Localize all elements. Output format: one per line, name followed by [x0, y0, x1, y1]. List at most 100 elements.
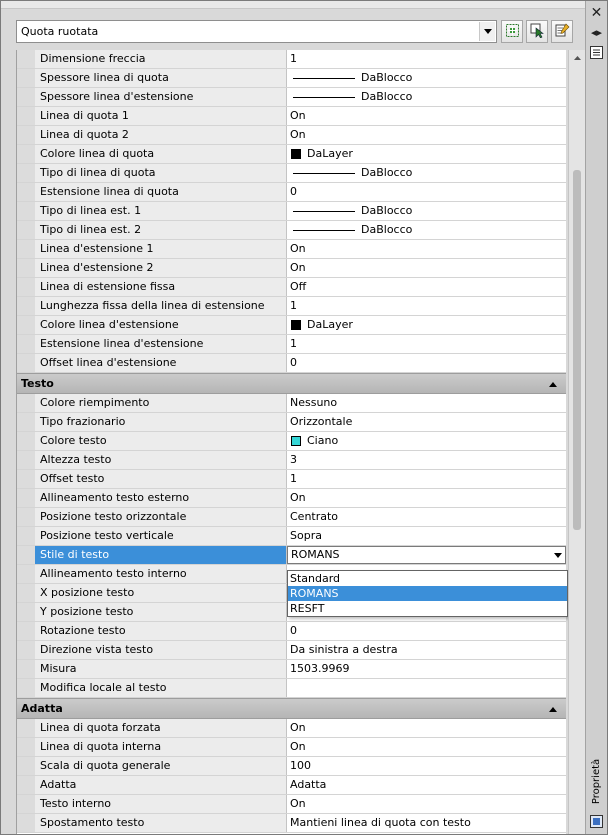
property-value-cell[interactable]: 1: [287, 335, 566, 353]
property-value-cell[interactable]: Nessuno: [287, 394, 566, 412]
quick-select-button[interactable]: [551, 20, 573, 43]
property-row-linea-di-quota-interna[interactable]: Linea di quota interna On: [17, 738, 566, 757]
property-value-cell[interactable]: On: [287, 259, 566, 277]
property-name: Misura: [35, 660, 287, 678]
text-style-dropdown-list[interactable]: Standard ROMANS RESFT: [287, 570, 568, 617]
property-value-cell[interactable]: 0: [287, 354, 566, 372]
property-row-lunghezza-fissa-della-linea-di-estensione[interactable]: Lunghezza fissa della linea di estension…: [17, 297, 566, 316]
property-value-cell[interactable]: Adatta: [287, 776, 566, 794]
dropdown-option[interactable]: ROMANS: [288, 586, 567, 601]
property-value-cell[interactable]: Ciano: [287, 432, 566, 450]
property-row-spostamento-testo[interactable]: Spostamento testo Mantieni linea di quota…: [17, 814, 566, 833]
property-row-adatta[interactable]: Adatta Adatta: [17, 776, 566, 795]
property-value-cell[interactable]: 0: [287, 183, 566, 201]
property-row-linea-d-estensione-1[interactable]: Linea d'estensione 1 On: [17, 240, 566, 259]
property-value-cell[interactable]: Sopra: [287, 527, 566, 545]
scroll-up-icon[interactable]: [569, 50, 585, 66]
property-row-offset-linea-d-estensione[interactable]: Offset linea d'estensione 0: [17, 354, 566, 373]
chevron-down-icon[interactable]: [479, 22, 495, 41]
property-row-linea-di-quota-2[interactable]: Linea di quota 2 On: [17, 126, 566, 145]
property-row-tipo-di-linea-est-2[interactable]: Tipo di linea est. 2 DaBlocco: [17, 221, 566, 240]
property-value-cell[interactable]: On: [287, 107, 566, 125]
category-testo[interactable]: Testo: [17, 373, 566, 394]
property-name: Direzione vista testo: [35, 641, 287, 659]
property-value-cell[interactable]: Da sinistra a destra: [287, 641, 566, 659]
vertical-scrollbar[interactable]: [568, 50, 585, 834]
property-row-colore-testo[interactable]: Colore testo Ciano: [17, 432, 566, 451]
property-value-cell[interactable]: On: [287, 126, 566, 144]
property-row-scala-di-quota-generale[interactable]: Scala di quota generale 100: [17, 757, 566, 776]
property-value: On: [290, 261, 306, 274]
line-sample-icon: [293, 172, 355, 174]
properties-menu-icon[interactable]: [589, 45, 604, 60]
property-value-cell[interactable]: DaLayer: [287, 316, 566, 334]
property-value-cell[interactable]: 0: [287, 622, 566, 640]
property-value-cell[interactable]: DaLayer: [287, 145, 566, 163]
property-value-cell[interactable]: On: [287, 489, 566, 507]
close-icon[interactable]: ✕: [589, 5, 604, 20]
scrollbar-thumb[interactable]: [573, 170, 581, 530]
property-row-direzione-vista-testo[interactable]: Direzione vista testo Da sinistra a destr…: [17, 641, 566, 660]
property-row-colore-riempimento[interactable]: Colore riempimento Nessuno: [17, 394, 566, 413]
property-value-cell[interactable]: On: [287, 719, 566, 737]
property-row-colore-linea-d-estensione[interactable]: Colore linea d'estensione DaLayer: [17, 316, 566, 335]
property-value: DaBlocco: [361, 90, 413, 103]
property-value-cell[interactable]: Centrato: [287, 508, 566, 526]
chevron-down-icon[interactable]: [553, 550, 563, 560]
property-value-cell[interactable]: ROMANS: [287, 546, 566, 564]
select-objects-button[interactable]: [526, 20, 548, 43]
property-value-cell[interactable]: 1: [287, 470, 566, 488]
property-name: Tipo di linea di quota: [35, 164, 287, 182]
property-value-cell[interactable]: Mantieni linea di quota con testo: [287, 814, 566, 832]
property-row-rotazione-testo[interactable]: Rotazione testo 0: [17, 622, 566, 641]
property-value-cell[interactable]: DaBlocco: [287, 221, 566, 239]
property-row-colore-linea-di-quota[interactable]: Colore linea di quota DaLayer: [17, 145, 566, 164]
property-row-spessore-linea-di-quota[interactable]: Spessore linea di quota DaBlocco: [17, 69, 566, 88]
property-row-misura[interactable]: Misura 1503.9969: [17, 660, 566, 679]
property-row-linea-di-quota-1[interactable]: Linea di quota 1 On: [17, 107, 566, 126]
property-row-modifica-locale-al-testo[interactable]: Modifica locale al testo: [17, 679, 566, 698]
property-value-cell[interactable]: DaBlocco: [287, 69, 566, 87]
property-value-cell[interactable]: 1503.9969: [287, 660, 566, 678]
property-row-posizione-testo-orizzontale[interactable]: Posizione testo orizzontale Centrato: [17, 508, 566, 527]
property-row-dimensione-freccia[interactable]: Dimensione freccia 1: [17, 50, 566, 69]
property-value-cell[interactable]: 3: [287, 451, 566, 469]
property-value: 1: [290, 337, 297, 350]
property-row-offset-testo[interactable]: Offset testo 1: [17, 470, 566, 489]
property-row-spessore-linea-d-estensione[interactable]: Spessore linea d'estensione DaBlocco: [17, 88, 566, 107]
property-value-cell[interactable]: On: [287, 795, 566, 813]
property-row-linea-d-estensione-2[interactable]: Linea d'estensione 2 On: [17, 259, 566, 278]
property-value-cell[interactable]: 100: [287, 757, 566, 775]
property-row-allineamento-testo-esterno[interactable]: Allineamento testo esterno On: [17, 489, 566, 508]
property-value-cell[interactable]: [287, 679, 566, 697]
property-row-tipo-di-linea-di-quota[interactable]: Tipo di linea di quota DaBlocco: [17, 164, 566, 183]
property-row-tipo-frazionario[interactable]: Tipo frazionario Orizzontale: [17, 413, 566, 432]
properties-settings-icon[interactable]: [589, 814, 604, 829]
dropdown-option[interactable]: RESFT: [288, 601, 567, 616]
property-row-posizione-testo-verticale[interactable]: Posizione testo verticale Sopra: [17, 527, 566, 546]
toggle-pickadd-button[interactable]: [501, 20, 523, 43]
property-value-cell[interactable]: 1: [287, 50, 566, 68]
property-row-stile-di-testo[interactable]: Stile di testo ROMANS: [17, 546, 566, 565]
property-row-altezza-testo[interactable]: Altezza testo 3: [17, 451, 566, 470]
dropdown-option[interactable]: Standard: [288, 571, 567, 586]
auto-hide-icon[interactable]: ◂▸: [589, 25, 604, 40]
property-row-linea-di-estensione-fissa[interactable]: Linea di estensione fissa Off: [17, 278, 566, 297]
property-value-cell[interactable]: DaBlocco: [287, 164, 566, 182]
property-value-cell[interactable]: On: [287, 738, 566, 756]
property-value-cell[interactable]: Orizzontale: [287, 413, 566, 431]
property-row-testo-interno[interactable]: Testo interno On: [17, 795, 566, 814]
property-row-tipo-di-linea-est-1[interactable]: Tipo di linea est. 1 DaBlocco: [17, 202, 566, 221]
object-type-selector[interactable]: Quota ruotata: [16, 20, 497, 43]
property-row-estensione-linea-di-quota[interactable]: Estensione linea di quota 0: [17, 183, 566, 202]
collapse-arrow-icon[interactable]: [548, 704, 558, 714]
property-value-cell[interactable]: DaBlocco: [287, 88, 566, 106]
category-adatta[interactable]: Adatta: [17, 698, 566, 719]
property-value-cell[interactable]: On: [287, 240, 566, 258]
collapse-arrow-icon[interactable]: [548, 379, 558, 389]
property-value-cell[interactable]: DaBlocco: [287, 202, 566, 220]
property-row-estensione-linea-d-estensione[interactable]: Estensione linea d'estensione 1: [17, 335, 566, 354]
property-value-cell[interactable]: 1: [287, 297, 566, 315]
property-row-linea-di-quota-forzata[interactable]: Linea di quota forzata On: [17, 719, 566, 738]
property-value-cell[interactable]: Off: [287, 278, 566, 296]
